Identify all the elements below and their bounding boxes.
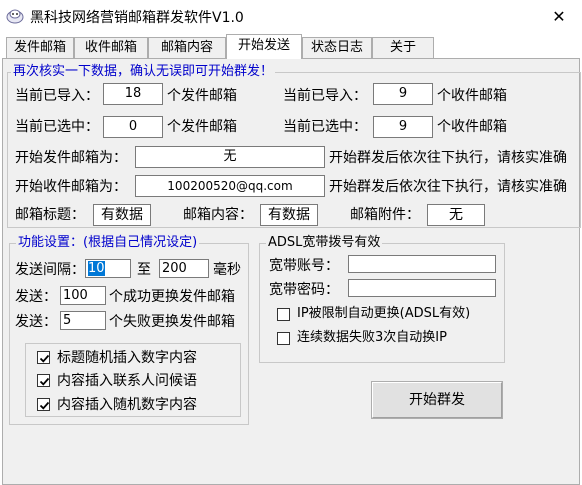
option-checkbox-2[interactable] (37, 374, 50, 387)
success-send-label: 发送： (15, 289, 57, 305)
adsl-fail-switch-checkbox[interactable] (277, 332, 290, 345)
tab-start-sending[interactable]: 开始发送 (226, 34, 302, 59)
option-checkbox-1[interactable] (37, 351, 50, 364)
interval-max-input[interactable]: 200 (159, 259, 209, 278)
start-sender-field[interactable]: 无 (135, 146, 325, 168)
receiver-unit-label: 个收件邮箱 (437, 88, 507, 104)
tab-sender-mailboxes[interactable]: 发件邮箱 (6, 37, 74, 58)
close-icon: ✕ (552, 6, 566, 26)
tab-receiver-mailboxes[interactable]: 收件邮箱 (74, 37, 148, 58)
confirm-group-legend: 再次核实一下数据，确认无误即可开始群发！ (11, 64, 276, 80)
close-button[interactable]: ✕ (536, 0, 582, 32)
imported-receivers-label: 当前已导入： (283, 88, 367, 104)
start-receiver-field[interactable]: 100200520@qq.com (135, 175, 325, 197)
check-icon (39, 377, 50, 386)
imported-receivers-field[interactable]: 9 (373, 83, 433, 105)
settings-group-legend: 功能设置：(根据自己情况设定) (16, 235, 200, 251)
content-label: 邮箱内容： (183, 207, 253, 223)
attachment-label: 邮箱附件： (350, 207, 420, 223)
success-count-input[interactable]: 100 (60, 286, 106, 305)
ms-label: 毫秒 (213, 262, 241, 278)
adsl-account-input[interactable] (348, 255, 496, 273)
check-icon (39, 401, 50, 410)
tab-label: 邮箱内容 (160, 40, 213, 55)
tab-about[interactable]: 关于 (372, 37, 434, 58)
option-label-1: 标题随机插入数字内容 (57, 350, 197, 366)
check-icon (39, 354, 50, 363)
start-sender-label: 开始发件邮箱为： (15, 150, 127, 166)
attachment-status: 无 (427, 204, 485, 226)
subject-label: 邮箱标题： (15, 207, 85, 223)
tab-label: 状态日志 (310, 40, 363, 55)
interval-to-label: 至 (137, 262, 151, 278)
start-send-button[interactable]: 开始群发 (371, 381, 503, 419)
receiver-hint: 开始群发后依次往下执行，请核实准确 (329, 179, 567, 195)
window-title: 黑科技网络营销邮箱群发软件V1.0 (30, 10, 244, 26)
title-bar: 黑科技网络营销邮箱群发软件V1.0 ✕ (0, 0, 582, 32)
selected-senders-field[interactable]: 0 (103, 116, 163, 138)
adsl-ip-change-checkbox[interactable] (277, 308, 290, 321)
selected-receivers-field[interactable]: 9 (373, 116, 433, 138)
tab-panel: 再次核实一下数据，确认无误即可开始群发！ 当前已导入： 18 个发件邮箱 当前已… (2, 58, 581, 485)
sender-unit-label: 个发件邮箱 (167, 88, 237, 104)
interval-min-value: 10 (88, 261, 105, 276)
option-checkbox-3[interactable] (37, 398, 50, 411)
imported-senders-field[interactable]: 18 (103, 83, 163, 105)
receiver-unit-label-2: 个收件邮箱 (437, 119, 507, 135)
adsl-account-label: 宽带账号： (269, 258, 339, 274)
imported-senders-label: 当前已导入： (15, 88, 99, 104)
app-icon (6, 8, 24, 24)
adsl-password-label: 宽带密码： (269, 282, 339, 298)
adsl-password-input[interactable] (348, 279, 496, 297)
selected-receivers-label: 当前已选中： (283, 119, 367, 135)
tab-status-log[interactable]: 状态日志 (302, 37, 372, 58)
fail-text: 个失败更换发件邮箱 (109, 314, 235, 330)
subject-status: 有数据 (93, 204, 151, 226)
tab-label: 关于 (389, 40, 416, 55)
tab-bar: 发件邮箱 收件邮箱 邮箱内容 开始发送 状态日志 关于 (0, 34, 582, 59)
sender-unit-label-2: 个发件邮箱 (167, 119, 237, 135)
sender-hint: 开始群发后依次往下执行，请核实准确 (329, 150, 567, 166)
tab-label: 开始发送 (237, 38, 290, 53)
tab-label: 发件邮箱 (13, 40, 66, 55)
tab-label: 收件邮箱 (84, 40, 137, 55)
option-label-3: 内容插入随机数字内容 (57, 397, 197, 413)
selected-senders-label: 当前已选中： (15, 119, 99, 135)
adsl-ip-change-label: IP被限制自动更换(ADSL有效) (297, 306, 471, 321)
interval-label: 发送间隔： (15, 262, 85, 278)
fail-count-input[interactable]: 5 (60, 311, 106, 330)
interval-min-input[interactable]: 10 (85, 259, 131, 278)
adsl-fail-switch-label: 连续数据失败3次自动换IP (297, 330, 447, 345)
option-label-2: 内容插入联系人问候语 (57, 373, 197, 389)
content-status: 有数据 (260, 204, 318, 226)
tab-mail-content[interactable]: 邮箱内容 (148, 37, 226, 58)
start-receiver-label: 开始收件邮箱为： (15, 179, 127, 195)
success-text: 个成功更换发件邮箱 (109, 289, 235, 305)
fail-send-label: 发送： (15, 314, 57, 330)
adsl-group-legend: ADSL宽带拨号有效 (266, 235, 383, 251)
